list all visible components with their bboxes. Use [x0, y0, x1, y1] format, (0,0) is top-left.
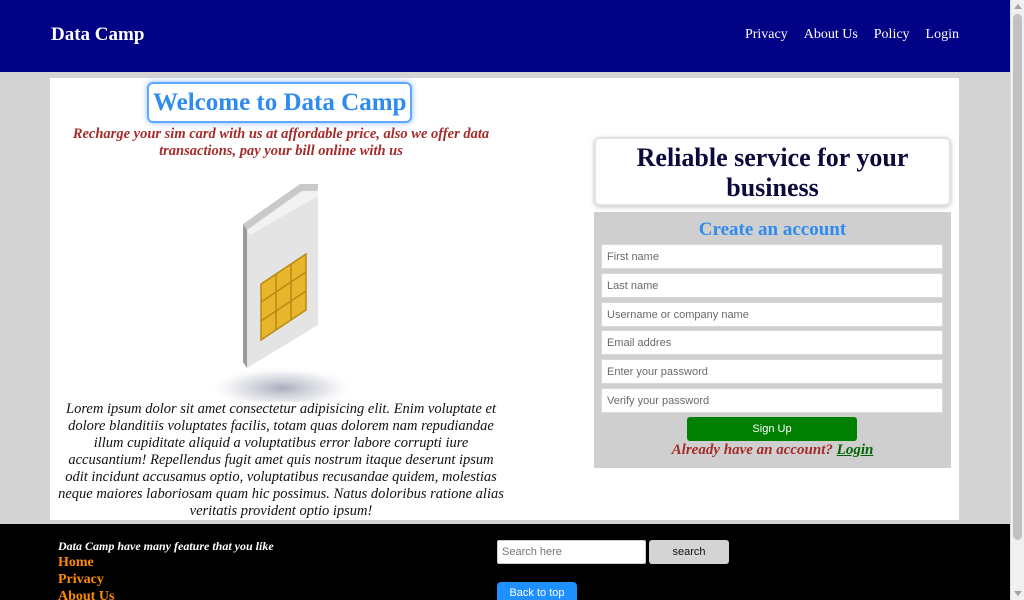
page-scrollbar[interactable]: [1010, 0, 1024, 600]
nav-link-login[interactable]: Login: [926, 27, 959, 43]
sign-up-button[interactable]: Sign Up: [687, 417, 857, 441]
footer-link-privacy[interactable]: Privacy: [58, 571, 114, 588]
page-footer: Data Camp have many feature that you lik…: [0, 524, 1010, 600]
footer-search-input[interactable]: [497, 540, 646, 564]
nav-link-policy[interactable]: Policy: [874, 27, 910, 43]
top-navbar: Data Camp Privacy About Us Policy Login: [0, 0, 1010, 72]
have-account-text: Already have an account? Login: [594, 442, 951, 459]
scroll-up-icon[interactable]: [1014, 4, 1022, 9]
scrollbar-thumb[interactable]: [1013, 14, 1022, 540]
signup-form: Create an account Sign Up Already have a…: [594, 212, 951, 468]
main-nav: Privacy About Us Policy Login: [745, 27, 959, 43]
main-content-panel: Welcome to Data Camp Recharge your sim c…: [50, 78, 959, 520]
first-name-field[interactable]: [601, 244, 943, 269]
back-to-top-button[interactable]: Back to top: [497, 582, 577, 600]
verify-password-field[interactable]: [601, 388, 943, 413]
footer-link-home[interactable]: Home: [58, 554, 114, 571]
welcome-heading: Welcome to Data Camp: [147, 82, 413, 123]
have-account-label: Already have an account?: [671, 442, 833, 458]
sim-card-illustration: [207, 182, 360, 410]
footer-link-about-us[interactable]: About Us: [58, 588, 114, 600]
last-name-field[interactable]: [601, 273, 943, 298]
footer-links: Home Privacy About Us: [58, 554, 114, 600]
email-field[interactable]: [601, 330, 943, 355]
login-link[interactable]: Login: [837, 442, 874, 458]
nav-link-privacy[interactable]: Privacy: [745, 27, 788, 43]
brand-logo-text[interactable]: Data Camp: [51, 24, 144, 46]
sim-card-icon: [207, 184, 357, 410]
footer-search-button[interactable]: search: [649, 540, 729, 564]
username-field[interactable]: [601, 302, 943, 327]
password-field[interactable]: [601, 359, 943, 384]
scroll-down-icon[interactable]: [1014, 591, 1022, 596]
footer-feature-text: Data Camp have many feature that you lik…: [58, 539, 274, 553]
nav-link-about-us[interactable]: About Us: [804, 27, 858, 43]
hero-body-text: Lorem ipsum dolor sit amet consectetur a…: [58, 401, 504, 519]
form-title: Create an account: [698, 219, 847, 240]
reliable-service-card: Reliable service for your business: [594, 137, 951, 206]
hero-tagline: Recharge your sim card with us at afford…: [72, 126, 490, 159]
